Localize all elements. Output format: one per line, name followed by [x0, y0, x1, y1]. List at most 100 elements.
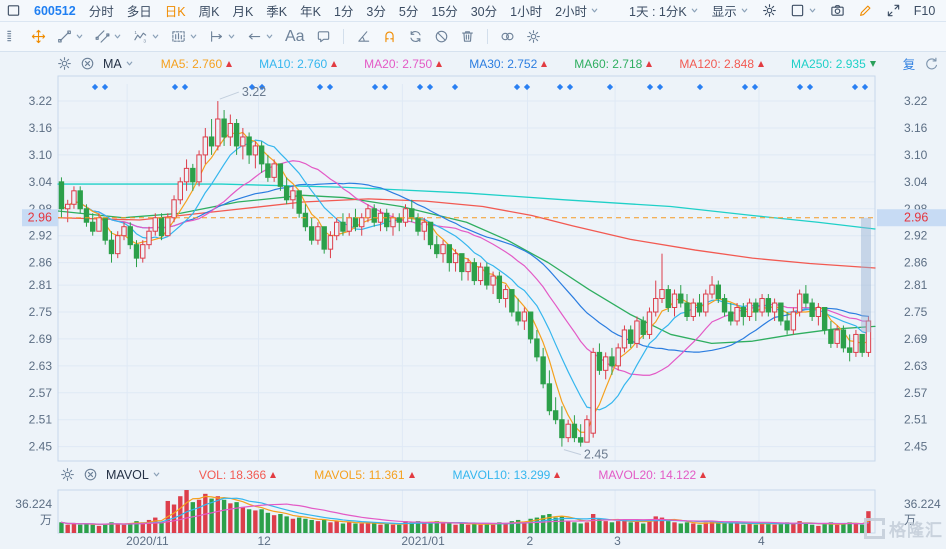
layout-icon[interactable]	[790, 3, 817, 18]
wave-tool-icon: 13	[133, 29, 148, 44]
compare-tool-icon	[500, 29, 515, 44]
tab-daily-k[interactable]: 日K	[165, 1, 186, 20]
f10-button[interactable]: F10	[914, 4, 936, 18]
indicator-close-icon[interactable]	[83, 467, 98, 482]
up-arrow-icon	[436, 61, 442, 67]
comment-tool[interactable]	[315, 28, 332, 45]
toolbar-item-label: 月K	[232, 1, 253, 20]
price-tick-left: 3.10	[29, 148, 53, 162]
indicator-value-text: MAVOL5: 11.361	[314, 468, 404, 482]
chevron-down-icon	[75, 32, 84, 41]
tab-1min[interactable]: 1分	[334, 1, 353, 20]
price-tick-right: 3.10	[904, 148, 928, 162]
indicator-settings-icon[interactable]	[60, 467, 75, 482]
chevron-down-icon	[189, 32, 198, 41]
toolbar-item-label: 3分	[366, 1, 385, 20]
price-tick-left: 2.92	[29, 229, 53, 243]
indicator-close-icon[interactable]	[80, 56, 95, 71]
window-icon[interactable]	[6, 3, 21, 18]
chevron-down-icon	[590, 6, 599, 15]
indicator-value-text: MA10: 2.760	[259, 57, 327, 71]
move-tool[interactable]	[30, 28, 47, 45]
delete-drawings-tool-icon	[460, 29, 475, 44]
drawing-settings-icon[interactable]	[525, 28, 542, 45]
price-tick-right: 3.22	[904, 94, 928, 108]
stock-code[interactable]: 600512	[34, 4, 76, 18]
multi-period-select[interactable]: 1天 : 1分K	[629, 1, 699, 20]
indicator-value-text: MA120: 2.848	[679, 57, 754, 71]
chevron-down-icon	[125, 59, 134, 68]
trendline-tool[interactable]	[56, 28, 85, 45]
indicator-selector[interactable]: MAVOL	[106, 468, 161, 482]
date-tick: 2021/01	[401, 534, 445, 548]
event-marker-icon	[752, 84, 758, 90]
channel-tool[interactable]	[94, 28, 123, 45]
screenshot-icon[interactable]	[830, 3, 845, 18]
indicator-head: MA	[57, 56, 134, 71]
text-tool[interactable]: Aa	[284, 27, 306, 47]
tab-1hour[interactable]: 1小时	[510, 1, 542, 20]
tab-weekly-k[interactable]: 周K	[199, 1, 220, 20]
tab-3min[interactable]: 3分	[366, 1, 385, 20]
top-toolbar: 600512 分时多日日K 周K 月K 季K 年K 1分 3分 5分 15分 30分 1小时 2小时 1天…	[0, 0, 946, 22]
price-tick-left: 2.63	[29, 359, 53, 373]
tab-monthly-k[interactable]: 月K	[232, 1, 253, 20]
low-leader-line	[564, 450, 581, 455]
volume-bars[interactable]	[59, 490, 870, 533]
arrow-tool[interactable]	[246, 28, 275, 45]
magnet-tool[interactable]	[381, 28, 398, 45]
compare-tool[interactable]	[499, 28, 516, 45]
chevron-down-icon	[113, 32, 122, 41]
indicator-value-ma5: MA5: 2.760	[161, 57, 232, 71]
indicator-name: MA	[103, 57, 122, 71]
sync-drawings-tool[interactable]	[407, 28, 424, 45]
toolbar-item-label: 日K	[165, 1, 186, 20]
indicator-selector[interactable]: MA	[103, 57, 134, 71]
event-marker-icon	[327, 84, 333, 90]
adjust-mode-button[interactable]: 前复权	[903, 53, 916, 74]
display-menu[interactable]: 显示	[712, 1, 749, 20]
toolbar-drag-handle[interactable]	[4, 28, 21, 45]
toolbar-item-label: F10	[914, 4, 936, 18]
current-price-label: 2.96	[904, 211, 928, 225]
reset-zoom-icon[interactable]	[924, 56, 939, 71]
volume-axis-left: 36.224	[15, 497, 52, 511]
tab-5min[interactable]: 5分	[399, 1, 418, 20]
fullscreen-icon[interactable]	[886, 3, 901, 18]
indicator-value-ma10: MA10: 2.760	[259, 57, 337, 71]
indicator-settings-icon[interactable]	[57, 56, 72, 71]
settings-icon[interactable]	[762, 3, 777, 18]
tab-2hour[interactable]: 2小时	[555, 1, 599, 20]
price-tick-right: 2.81	[904, 278, 928, 292]
indicator-head: MAVOL	[60, 467, 161, 482]
hide-drawings-tool[interactable]	[433, 28, 450, 45]
price-tick-left: 3.22	[29, 94, 53, 108]
toolbar-item-label: 季K	[266, 1, 287, 20]
tab-minute[interactable]: 分时	[89, 1, 114, 20]
price-tick-right: 2.51	[904, 413, 928, 427]
indicator-name: MAVOL	[106, 468, 149, 482]
wave-tool[interactable]: 13	[132, 28, 161, 45]
chevron-down-icon	[151, 32, 160, 41]
indicator-value-ma20: MA20: 2.750	[364, 57, 442, 71]
price-tick-right: 2.86	[904, 256, 928, 270]
drawing-settings-icon	[526, 29, 541, 44]
event-marker-icon	[417, 84, 423, 90]
candles[interactable]	[59, 101, 870, 447]
delete-drawings-tool[interactable]	[459, 28, 476, 45]
event-marker-icon	[567, 84, 573, 90]
price-tick-left: 2.45	[29, 440, 53, 454]
up-arrow-icon	[226, 61, 232, 67]
tab-multiday[interactable]: 多日	[127, 1, 152, 20]
measure-tool[interactable]	[170, 28, 199, 45]
price-tick-right: 2.45	[904, 440, 928, 454]
indicator-value-mavol10: MAVOL10: 13.299	[453, 468, 561, 482]
tab-30min[interactable]: 30分	[471, 1, 497, 20]
tab-yearly-k[interactable]: 年K	[300, 1, 321, 20]
tab-quarterly-k[interactable]: 季K	[266, 1, 287, 20]
tab-15min[interactable]: 15分	[431, 1, 457, 20]
draw-icon[interactable]	[858, 3, 873, 18]
extend-line-tool[interactable]	[208, 28, 237, 45]
measure-tool-icon	[171, 29, 186, 44]
angle-tool[interactable]	[355, 28, 372, 45]
